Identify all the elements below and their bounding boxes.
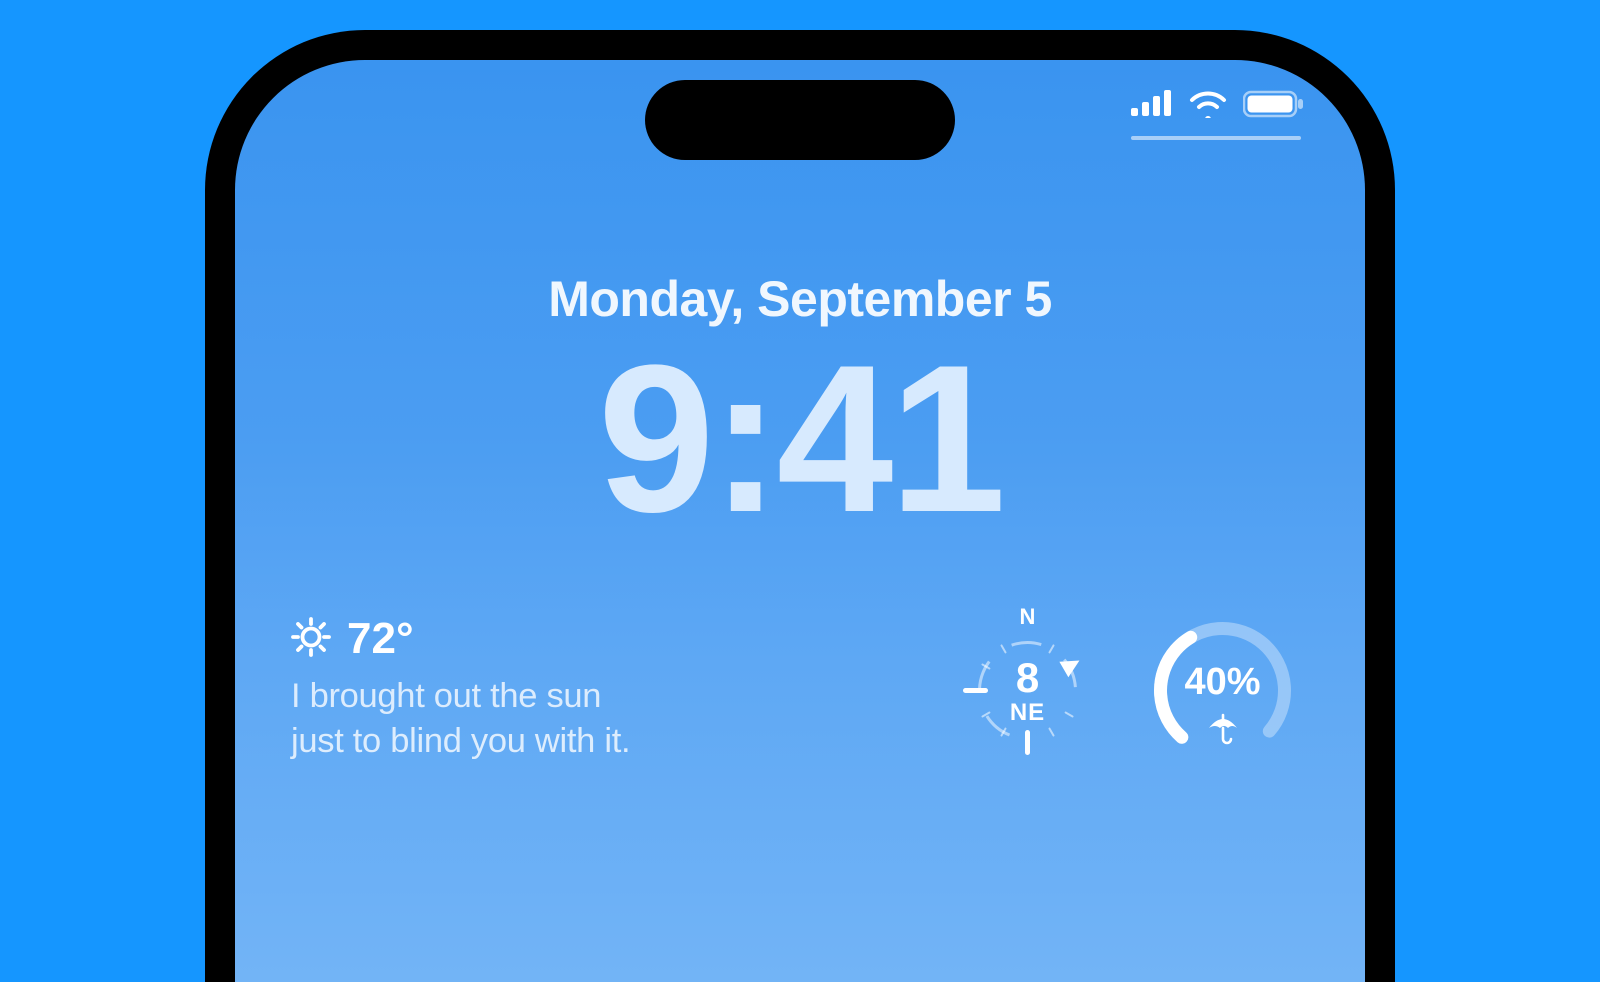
weather-message-line2: just to blind you with it. (291, 722, 630, 760)
precip-chance: 40% (1184, 660, 1260, 703)
sun-icon (291, 617, 331, 662)
lock-screen[interactable]: Monday, September 5 9:41 (235, 60, 1365, 982)
cellular-icon (1131, 90, 1173, 123)
status-underline (1131, 136, 1301, 140)
lock-time: 9:41 (235, 318, 1365, 560)
precip-widget[interactable]: 40% (1140, 608, 1305, 773)
compass-heading-deg: 8 (1010, 657, 1045, 699)
weather-temp: 72° (347, 614, 414, 664)
compass-heading-dir: NE (1010, 701, 1045, 725)
battery-icon (1243, 90, 1305, 123)
wifi-icon (1189, 90, 1227, 123)
phone-frame: Monday, September 5 9:41 (205, 30, 1395, 982)
weather-message-line1: I brought out the sun (291, 677, 601, 715)
compass-north-label: N (1020, 604, 1036, 630)
compass-heading: 8 NE (1010, 657, 1045, 725)
status-bar (1131, 90, 1305, 123)
weather-widget[interactable]: 72° I brought out the sun just to blind … (291, 614, 945, 764)
umbrella-icon (1206, 712, 1240, 751)
weather-message: I brought out the sun just to blind you … (291, 674, 945, 764)
dynamic-island[interactable] (645, 80, 955, 160)
compass-widget[interactable]: N 8 NE (945, 608, 1110, 773)
widgets-row: 72° I brought out the sun just to blind … (291, 614, 1305, 773)
